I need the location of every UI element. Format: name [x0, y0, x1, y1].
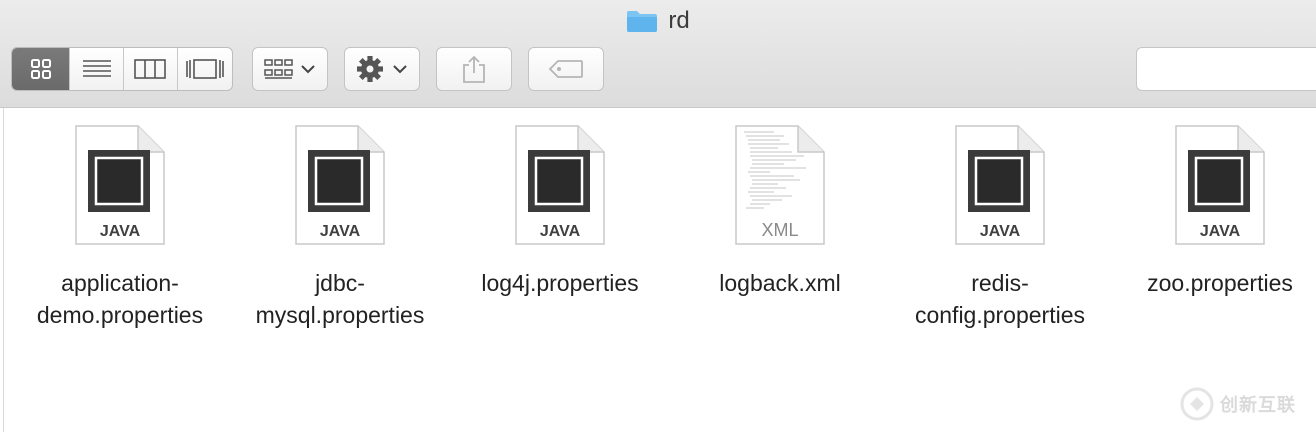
java-file-icon: JAVA [514, 124, 606, 246]
svg-text:JAVA: JAVA [100, 223, 141, 240]
file-name: zoo.properties [1147, 270, 1293, 296]
tag-icon [548, 60, 583, 78]
icon-view-button[interactable] [12, 48, 71, 90]
window-title-text: rd [668, 7, 690, 34]
file-item[interactable]: JAVA log4j.properties [460, 124, 660, 299]
watermark: 创新互联 [1180, 384, 1310, 424]
action-button[interactable] [344, 47, 420, 91]
file-name: log4j.properties [481, 270, 639, 296]
list-view-button[interactable] [70, 48, 124, 90]
arrange-button[interactable] [252, 47, 328, 91]
java-file-icon: JAVA [954, 124, 1046, 246]
file-item[interactable]: JAVA zoo.properties [1120, 124, 1316, 299]
svg-text:JAVA: JAVA [540, 223, 581, 240]
title-bar: rd [0, 0, 1316, 108]
svg-text:XML: XML [761, 220, 798, 240]
column-view-button[interactable] [124, 48, 178, 90]
file-item[interactable]: XML logback.xml [680, 124, 880, 299]
tag-button[interactable] [528, 47, 604, 91]
cover-flow-view-button[interactable] [178, 48, 233, 90]
share-button[interactable] [436, 47, 512, 91]
java-file-icon: JAVA [74, 124, 166, 246]
gear-icon [357, 56, 407, 82]
svg-text:JAVA: JAVA [320, 223, 361, 240]
file-item[interactable]: JAVA redis- config.properties [900, 124, 1100, 331]
file-name: logback.xml [719, 270, 841, 296]
column-view-icon [134, 59, 167, 79]
file-name: jdbc- mysql.properties [255, 270, 425, 328]
xml-file-icon: XML [734, 124, 826, 246]
file-name: redis- config.properties [914, 270, 1086, 328]
share-icon [463, 55, 485, 83]
search-field[interactable] [1136, 47, 1316, 91]
file-name: application- demo.properties [36, 270, 204, 328]
svg-text:JAVA: JAVA [1200, 223, 1241, 240]
java-file-icon: JAVA [294, 124, 386, 246]
java-file-icon: JAVA [1174, 124, 1266, 246]
svg-text:JAVA: JAVA [980, 223, 1021, 240]
folder-icon [626, 9, 658, 33]
watermark-logo-icon [1180, 387, 1214, 421]
file-item[interactable]: JAVA application- demo.properties [20, 124, 220, 331]
file-item[interactable]: JAVA jdbc- mysql.properties [240, 124, 440, 331]
icon-view-icon [30, 59, 51, 79]
watermark-text: 创新互联 [1220, 395, 1296, 415]
window-title: rd [0, 6, 1316, 36]
view-mode-selector [11, 47, 233, 91]
cover-flow-view-icon [185, 59, 224, 79]
list-view-icon [82, 60, 111, 77]
grid-arrange-icon [264, 59, 315, 79]
